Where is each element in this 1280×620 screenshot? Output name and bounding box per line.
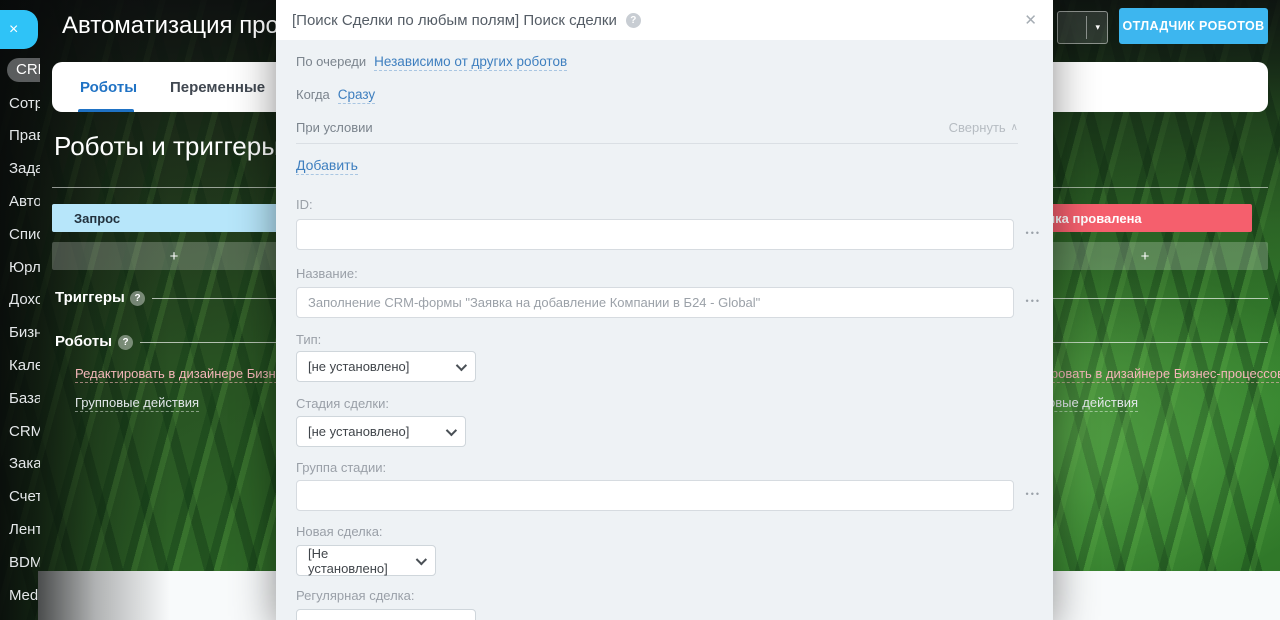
field-label-type: Тип:	[296, 332, 1018, 347]
chevron-down-icon	[446, 424, 457, 435]
active-item-pill: CRM	[7, 58, 40, 82]
close-icon[interactable]: ✕	[1024, 13, 1037, 28]
close-icon: ×	[9, 21, 18, 39]
condition-row: При условии Свернуть ∧	[296, 120, 1018, 135]
help-icon[interactable]: ?	[626, 13, 641, 28]
sidebar-item[interactable]: Счет	[0, 480, 40, 513]
sidebar-item[interactable]: Лент	[0, 513, 40, 546]
when-value-link[interactable]: Сразу	[338, 87, 375, 104]
sidebar-item[interactable]: BDM	[0, 546, 40, 579]
stage-select[interactable]: [не установлено]	[296, 416, 466, 447]
field-label-new-deal: Новая сделка:	[296, 524, 1018, 539]
settings-split-button[interactable]: ▾	[1057, 11, 1108, 44]
queue-value-link[interactable]: Независимо от других роботов	[374, 54, 567, 71]
sidebar-item[interactable]: Юрл	[0, 251, 40, 284]
new-deal-select[interactable]: [Не установлено]	[296, 545, 436, 576]
stage-group-input[interactable]	[296, 480, 1014, 511]
name-input[interactable]: Заполнение CRM-формы "Заявка на добавлен…	[296, 287, 1014, 318]
field-id: •••	[296, 219, 1014, 250]
sidebar-item[interactable]: CRM	[0, 415, 40, 448]
tab-variables[interactable]: Переменные	[170, 62, 265, 112]
id-input[interactable]	[296, 219, 1014, 250]
add-stage-button-left[interactable]: +	[52, 242, 296, 270]
field-name: Заполнение CRM-формы "Заявка на добавлен…	[296, 287, 1014, 318]
sidebar: CRM Сотр Прав Зада Авто Спис Юрл Дохо Би…	[0, 54, 40, 620]
sidebar-item[interactable]: Спис	[0, 218, 40, 251]
chevron-down-icon	[416, 554, 427, 565]
active-tab-underline	[78, 109, 134, 112]
sidebar-item[interactable]: Med	[0, 579, 40, 612]
field-stage-group: •••	[296, 480, 1014, 511]
sidebar-item[interactable]: Прав	[0, 120, 40, 153]
help-icon[interactable]: ?	[130, 291, 145, 306]
field-label-id: ID:	[296, 197, 1018, 212]
condition-label: При условии	[296, 120, 373, 135]
modal-header: [Поиск Сделки по любым полям] Поиск сдел…	[276, 0, 1053, 40]
plus-icon: +	[1141, 248, 1150, 265]
group-actions-link[interactable]: Групповые действия	[75, 395, 199, 412]
field-label-stage-group: Группа стадии:	[296, 460, 1018, 475]
queue-label: По очереди	[296, 54, 366, 69]
sidebar-item-crm-active[interactable]: CRM	[0, 54, 40, 87]
field-label-stage: Стадия сделки:	[296, 396, 1018, 411]
more-dots-icon[interactable]: •••	[1026, 228, 1041, 238]
plus-icon: +	[170, 248, 179, 265]
add-stage-button-right[interactable]: +	[1022, 242, 1268, 270]
sidebar-item[interactable]: Сотр	[0, 87, 40, 120]
app-root: CRM Сотр Прав Зада Авто Спис Юрл Дохо Би…	[0, 0, 1280, 620]
type-select[interactable]: [не установлено]	[296, 351, 476, 382]
sidebar-item[interactable]: Зака	[0, 448, 40, 481]
collapse-toggle[interactable]: Свернуть ∧	[949, 120, 1018, 135]
queue-row: По очереди Независимо от других роботов	[296, 54, 1018, 71]
recurring-deal-select[interactable]	[296, 609, 476, 620]
modal-body: По очереди Независимо от других роботов …	[276, 40, 1053, 620]
add-condition-link[interactable]: Добавить	[296, 157, 358, 175]
sidebar-item[interactable]: Авто	[0, 185, 40, 218]
sidebar-item[interactable]: Бизн	[0, 316, 40, 349]
more-dots-icon[interactable]: •••	[1026, 489, 1041, 499]
triggers-section-label: Триггеры	[55, 289, 125, 306]
field-label-name: Название:	[296, 266, 1018, 281]
robots-section-label: Роботы	[55, 333, 112, 350]
chevron-down-icon	[456, 359, 467, 370]
sidebar-item[interactable]: Зада	[0, 152, 40, 185]
caret-down-icon: ▾	[1095, 22, 1100, 33]
help-icon[interactable]: ?	[118, 335, 133, 350]
when-row: Когда Сразу	[296, 87, 1018, 104]
chat-close-button[interactable]: ×	[0, 10, 38, 49]
tab-robots[interactable]: Роботы	[80, 62, 137, 112]
modal-title: [Поиск Сделки по любым полям] Поиск сдел…	[292, 12, 617, 29]
sidebar-item[interactable]: База	[0, 382, 40, 415]
sidebar-item[interactable]: Дохо	[0, 284, 40, 317]
more-dots-icon[interactable]: •••	[1026, 296, 1041, 306]
split-divider	[1086, 16, 1087, 39]
robot-settings-modal: [Поиск Сделки по любым полям] Поиск сдел…	[276, 0, 1053, 620]
stage-zapros[interactable]: Запрос	[52, 204, 296, 232]
when-label: Когда	[296, 87, 330, 102]
sidebar-item[interactable]: Кале	[0, 349, 40, 382]
page-heading: Роботы и триггеры	[54, 131, 280, 162]
robot-debugger-button[interactable]: ОТЛАДЧИК РОБОТОВ	[1119, 8, 1268, 44]
field-label-recurring-deal: Регулярная сделка:	[296, 588, 1018, 603]
chevron-up-icon: ∧	[1011, 122, 1018, 133]
page-title: Автоматизация прод	[62, 12, 292, 40]
